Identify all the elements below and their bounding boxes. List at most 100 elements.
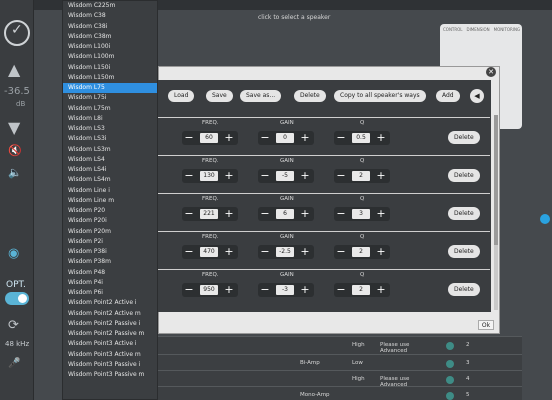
delete-band-button[interactable]: Delete	[448, 131, 480, 144]
minus-icon[interactable]: −	[182, 283, 196, 297]
gain-value[interactable]: 6	[276, 209, 294, 219]
dropdown-option[interactable]: Wisdom L8i	[63, 114, 157, 124]
dropdown-option[interactable]: Wisdom L150i	[63, 63, 157, 73]
volume-down-icon[interactable]: ▼	[8, 118, 20, 137]
load-button[interactable]: Load	[168, 90, 195, 102]
q-value[interactable]: 2	[352, 247, 370, 257]
plus-icon[interactable]: +	[222, 169, 236, 183]
minus-icon[interactable]: −	[258, 131, 272, 145]
plus-icon[interactable]: +	[298, 245, 312, 259]
minus-icon[interactable]: −	[334, 169, 348, 183]
freq-value[interactable]: 221	[200, 209, 218, 219]
delete-band-button[interactable]: Delete	[448, 207, 480, 220]
dropdown-option[interactable]: Wisdom LS3m	[63, 145, 157, 155]
dropdown-option[interactable]: Wisdom P38i	[63, 247, 157, 257]
dropdown-option[interactable]: Wisdom L100i	[63, 42, 157, 52]
dropdown-option[interactable]: Wisdom Point2 Passive i	[63, 319, 157, 329]
dropdown-option[interactable]: Wisdom Point3 Passive m	[63, 370, 157, 380]
opt-toggle[interactable]	[5, 292, 29, 305]
minus-icon[interactable]: −	[334, 283, 348, 297]
plus-icon[interactable]: +	[222, 245, 236, 259]
mute-icon[interactable]: 🔇	[8, 144, 22, 157]
plus-icon[interactable]: +	[222, 131, 236, 145]
plus-icon[interactable]: +	[222, 283, 236, 297]
dropdown-option[interactable]: Wisdom LS4	[63, 155, 157, 165]
dropdown-option[interactable]: Wisdom C38m	[63, 32, 157, 42]
plus-icon[interactable]: +	[374, 245, 388, 259]
dropdown-option[interactable]: Wisdom L150m	[63, 73, 157, 83]
dropdown-option[interactable]: Wisdom P48	[63, 268, 157, 278]
minus-icon[interactable]: −	[258, 207, 272, 221]
q-value[interactable]: 3	[352, 209, 370, 219]
plus-icon[interactable]: +	[222, 207, 236, 221]
delete-band-button[interactable]: Delete	[448, 283, 480, 296]
plus-icon[interactable]: +	[298, 207, 312, 221]
minus-icon[interactable]: −	[258, 169, 272, 183]
dropdown-option[interactable]: Wisdom P20	[63, 206, 157, 216]
dropdown-option[interactable]: Wisdom P20i	[63, 216, 157, 226]
dropdown-option[interactable]: Wisdom L75m	[63, 104, 157, 114]
plus-icon[interactable]: +	[298, 131, 312, 145]
link-icon[interactable]	[446, 392, 454, 400]
dropdown-option[interactable]: Wisdom Point2 Passive m	[63, 329, 157, 339]
minus-icon[interactable]: −	[334, 207, 348, 221]
plus-icon[interactable]: +	[374, 283, 388, 297]
volume-up-icon[interactable]: ▲	[8, 60, 20, 79]
dropdown-option[interactable]: Wisdom LS3	[63, 124, 157, 134]
dropdown-option[interactable]: Wisdom L75	[63, 83, 157, 94]
minus-icon[interactable]: −	[258, 245, 272, 259]
gain-value[interactable]: 0	[276, 133, 294, 143]
dropdown-option[interactable]: Wisdom C225m	[63, 1, 157, 11]
dropdown-option[interactable]: Wisdom P4i	[63, 278, 157, 288]
freq-value[interactable]: 470	[200, 247, 218, 257]
plus-icon[interactable]: +	[374, 169, 388, 183]
link-icon[interactable]	[446, 360, 454, 368]
plus-icon[interactable]: +	[374, 207, 388, 221]
speaker-icon[interactable]: 🔈	[8, 166, 22, 179]
minus-icon[interactable]: −	[334, 131, 348, 145]
save-as-button[interactable]: Save as...	[240, 90, 282, 102]
dropdown-option[interactable]: Wisdom Line i	[63, 186, 157, 196]
freq-value[interactable]: 130	[200, 171, 218, 181]
dropdown-option[interactable]: Wisdom P38m	[63, 257, 157, 267]
dropdown-option[interactable]: Wisdom LS4m	[63, 175, 157, 185]
microphone-icon[interactable]: 🎤	[8, 358, 20, 369]
link-icon[interactable]	[446, 342, 454, 350]
dropdown-option[interactable]: Wisdom LS4i	[63, 165, 157, 175]
gain-value[interactable]: -5	[276, 171, 294, 181]
close-icon[interactable]: ✕	[486, 67, 496, 77]
delete-band-button[interactable]: Delete	[448, 169, 480, 182]
q-value[interactable]: 0.5	[352, 133, 370, 143]
copy-to-all-button[interactable]: Copy to all speaker's ways	[334, 90, 426, 102]
dialog-scroll-thumb[interactable]	[494, 115, 498, 245]
freq-value[interactable]: 950	[200, 285, 218, 295]
q-value[interactable]: 2	[352, 171, 370, 181]
sync-icon[interactable]: ⟳	[8, 318, 19, 333]
tab-dimension[interactable]: DIMENSION	[467, 27, 490, 32]
dropdown-option[interactable]: Wisdom C38	[63, 11, 157, 21]
speaker-icon[interactable]: ◀	[470, 89, 484, 103]
dropdown-option[interactable]: Wisdom Point3 Active m	[63, 350, 157, 360]
speaker-model-dropdown[interactable]: Wisdom C225m Wisdom C38 Wisdom C38i Wisdom …	[62, 0, 158, 400]
freq-value[interactable]: 60	[200, 133, 218, 143]
info-icon[interactable]	[540, 214, 550, 224]
dropdown-option[interactable]: Wisdom Point3 Passive i	[63, 360, 157, 370]
delete-band-button[interactable]: Delete	[448, 245, 480, 258]
dropdown-option[interactable]: Wisdom Line m	[63, 196, 157, 206]
q-value[interactable]: 2	[352, 285, 370, 295]
minus-icon[interactable]: −	[182, 207, 196, 221]
minus-icon[interactable]: −	[334, 245, 348, 259]
minus-icon[interactable]: −	[182, 245, 196, 259]
minus-icon[interactable]: −	[258, 283, 272, 297]
ok-button[interactable]: Ok	[478, 320, 494, 330]
tab-monitoring[interactable]: MONITORING	[494, 27, 520, 32]
dropdown-option[interactable]: Wisdom P2i	[63, 237, 157, 247]
add-button[interactable]: Add	[436, 90, 460, 102]
plus-icon[interactable]: +	[298, 283, 312, 297]
tab-control[interactable]: CONTROL	[443, 27, 463, 32]
dropdown-option[interactable]: Wisdom L75i	[63, 93, 157, 103]
gain-value[interactable]: -2.5	[276, 247, 294, 257]
dropdown-option[interactable]: Wisdom Point3 Active i	[63, 339, 157, 349]
dropdown-option[interactable]: Wisdom P6i	[63, 288, 157, 298]
dropdown-option[interactable]: Wisdom P20m	[63, 227, 157, 237]
